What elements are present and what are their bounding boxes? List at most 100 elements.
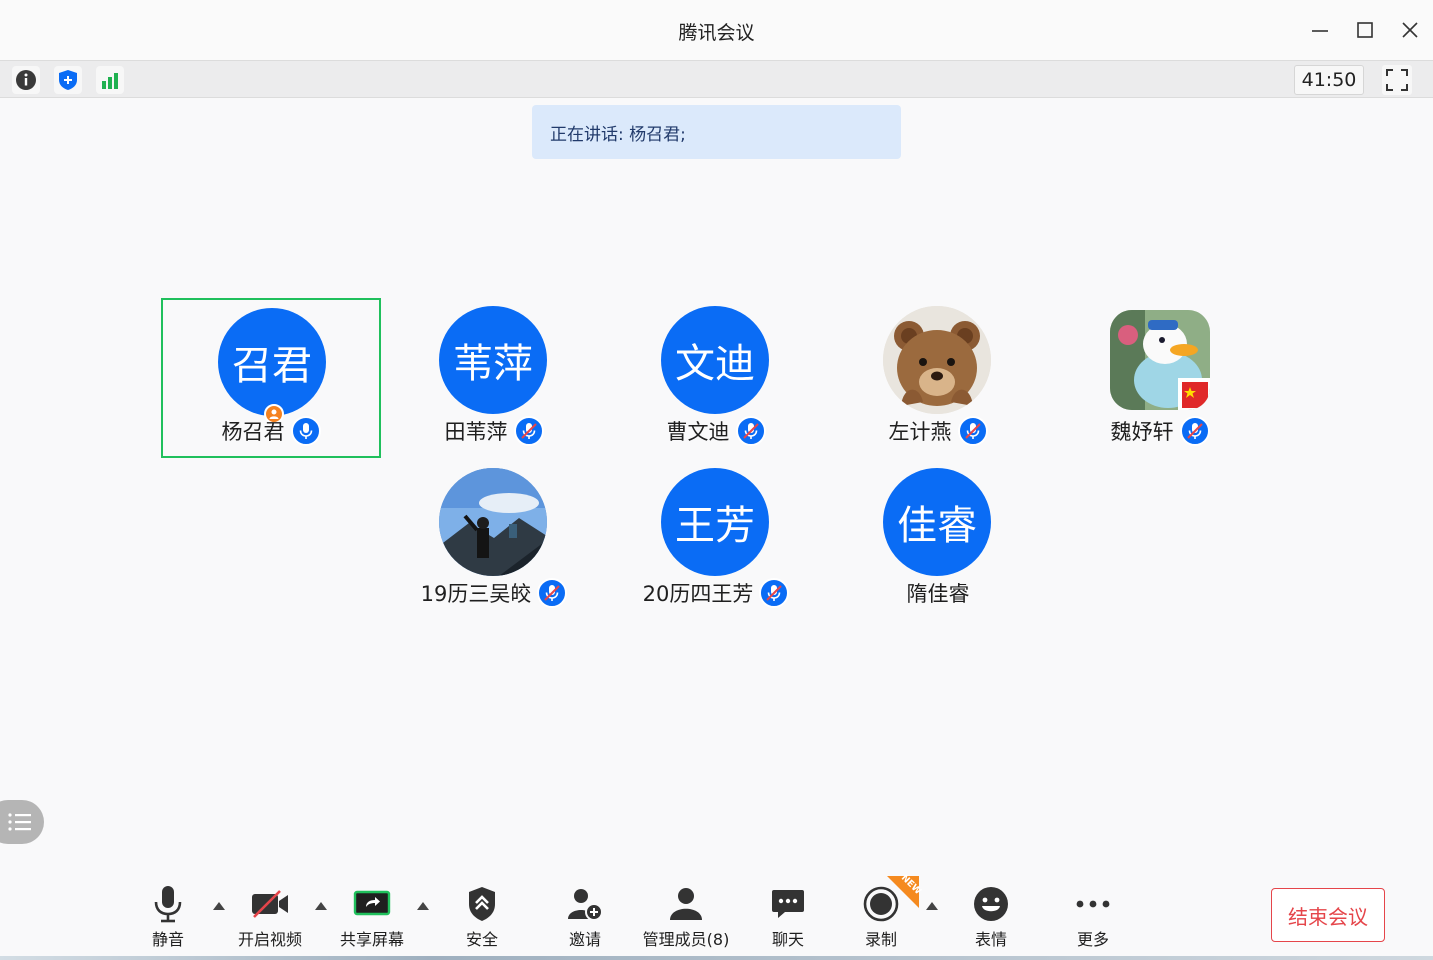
- info-icon: [16, 70, 36, 90]
- participant-name-row: 杨召君: [163, 416, 379, 446]
- mic-status-badge: [735, 416, 766, 446]
- participant-tile[interactable]: 王芳 20历四王芳: [606, 460, 826, 620]
- mic-muted-icon: [742, 423, 759, 439]
- participant-tile[interactable]: 魏妤轩: [1050, 298, 1270, 458]
- minimize-icon: [1312, 30, 1328, 32]
- participant-name-row: 隋佳睿: [828, 578, 1048, 608]
- title-bar: 腾讯会议: [0, 0, 1433, 60]
- invite-button[interactable]: 邀请: [535, 884, 635, 950]
- participant-name: 田苇萍: [444, 420, 508, 444]
- avatar-photo: [883, 306, 991, 414]
- shield-icon: [59, 70, 77, 90]
- participant-name-row: 魏妤轩: [1050, 416, 1270, 446]
- participant-tile[interactable]: 19历三吴皎: [384, 460, 604, 620]
- chat-button[interactable]: 聊天: [738, 884, 838, 950]
- chat-bubble-icon: [772, 890, 804, 918]
- avatar-photo: [1110, 310, 1210, 410]
- teddy-bear-photo: [883, 306, 991, 414]
- security-label: 安全: [465, 930, 498, 949]
- list-icon: [8, 813, 31, 831]
- participant-name: 曹文迪: [666, 420, 730, 444]
- meeting-toolbar: 静音 开启视频 共享屏幕 安全 邀请 管理成员(8) 聊天 NEW 录制 表情: [0, 870, 1433, 960]
- participant-tile[interactable]: 召君 杨召君: [161, 298, 381, 458]
- chat-label: 聊天: [771, 930, 804, 949]
- mic-icon: [299, 423, 312, 439]
- signal-bars-icon: [102, 73, 118, 89]
- mic-status-badge: [537, 578, 568, 608]
- add-person-icon: [568, 889, 603, 921]
- donald-duck-photo: [1110, 310, 1210, 410]
- mic-status-badge: [290, 416, 321, 446]
- more-dots-icon: [1076, 900, 1110, 908]
- mute-button[interactable]: 静音: [118, 884, 218, 950]
- record-options-caret[interactable]: [926, 902, 938, 910]
- mic-icon: [154, 886, 182, 923]
- smiley-icon: [974, 887, 1008, 921]
- mic-muted-icon: [544, 585, 561, 601]
- maximize-icon: [1357, 22, 1373, 38]
- fullscreen-icon: [1386, 69, 1408, 91]
- participant-tile[interactable]: 佳睿 隋佳睿: [828, 460, 1048, 620]
- avatar: 召君: [218, 308, 326, 416]
- participant-name: 左计燕: [888, 420, 952, 444]
- end-meeting-button[interactable]: 结束会议: [1271, 888, 1385, 942]
- record-label: 录制: [864, 930, 897, 949]
- mic-muted-icon: [1186, 423, 1203, 439]
- security-button[interactable]: 安全: [432, 884, 532, 950]
- manage-members-label: 管理成员(8): [642, 930, 730, 949]
- avatar: 文迪: [661, 306, 769, 414]
- mic-muted-icon: [520, 423, 537, 439]
- close-button[interactable]: [1396, 16, 1424, 44]
- invite-label: 邀请: [568, 930, 601, 949]
- meeting-info-button[interactable]: [12, 66, 40, 94]
- participant-name-row: 左计燕: [828, 416, 1048, 446]
- speaking-indicator: 正在讲话: 杨召君;: [532, 105, 901, 159]
- participant-name: 杨召君: [221, 420, 285, 444]
- security-status-button[interactable]: [54, 66, 82, 94]
- fullscreen-button[interactable]: [1382, 65, 1412, 95]
- more-label: 更多: [1076, 930, 1109, 949]
- avatar-photo: [439, 468, 547, 576]
- participant-name-row: 曹文迪: [606, 416, 826, 446]
- participant-name-row: 19历三吴皎: [384, 578, 604, 608]
- avatar: 王芳: [661, 468, 769, 576]
- manage-members-button[interactable]: 管理成员(8): [636, 884, 736, 950]
- participant-name: 魏妤轩: [1110, 420, 1174, 444]
- share-screen-label: 共享屏幕: [339, 930, 404, 949]
- security-shield-icon: [469, 887, 495, 921]
- mute-label: 静音: [151, 930, 184, 949]
- minimize-button[interactable]: [1306, 16, 1334, 44]
- mic-status-badge: [759, 578, 790, 608]
- participant-name-row: 20历四王芳: [606, 578, 826, 608]
- meeting-timer: 41:50: [1294, 65, 1364, 95]
- avatar: 苇萍: [439, 306, 547, 414]
- mic-muted-icon: [964, 423, 981, 439]
- participant-name: 20历四王芳: [642, 582, 754, 606]
- maximize-button[interactable]: [1351, 16, 1379, 44]
- participant-name: 19历三吴皎: [420, 582, 532, 606]
- start-video-button[interactable]: 开启视频: [220, 884, 320, 950]
- participant-tile[interactable]: 左计燕: [828, 298, 1048, 458]
- participant-tile[interactable]: 文迪 曹文迪: [606, 298, 826, 458]
- participant-name-row: 田苇萍: [384, 416, 604, 446]
- mic-status-badge: [513, 416, 544, 446]
- close-icon: [1402, 22, 1418, 38]
- avatar: 佳睿: [883, 468, 991, 576]
- start-video-label: 开启视频: [237, 930, 302, 949]
- more-button[interactable]: 更多: [1043, 884, 1143, 950]
- reactions-label: 表情: [974, 930, 1007, 949]
- members-icon: [670, 888, 702, 920]
- record-button[interactable]: NEW 录制: [831, 873, 931, 950]
- share-screen-icon: [353, 890, 391, 916]
- window-title: 腾讯会议: [678, 22, 755, 44]
- participant-tile[interactable]: 苇萍 田苇萍: [384, 298, 604, 458]
- video-off-icon: [252, 890, 288, 918]
- taskbar-edge: [0, 956, 1433, 960]
- network-status-button[interactable]: [96, 66, 124, 94]
- participant-name: 隋佳睿: [906, 582, 970, 606]
- participant-list-toggle[interactable]: [0, 800, 44, 844]
- meeting-info-bar: 41:50: [0, 60, 1433, 98]
- share-screen-button[interactable]: 共享屏幕: [322, 884, 422, 950]
- reactions-button[interactable]: 表情: [941, 884, 1041, 950]
- share-options-caret[interactable]: [417, 902, 429, 910]
